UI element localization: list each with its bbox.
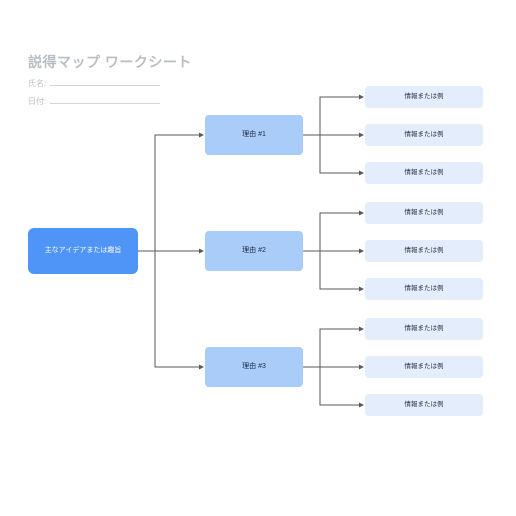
info-node: 情報または例 [365,162,483,184]
name-label: 氏名: [28,78,46,89]
info-node: 情報または例 [365,202,483,224]
reason-node-1: 理由 #1 [205,115,303,155]
date-label: 日付: [28,96,46,107]
info-node: 情報または例 [365,240,483,262]
info-node: 情報または例 [365,278,483,300]
page-title: 説得マップ ワークシート [28,52,192,72]
info-node: 情報または例 [365,86,483,108]
date-line [50,96,160,104]
reason-node-2: 理由 #2 [205,231,303,271]
worksheet-canvas: 説得マップ ワークシート 氏名: 日付: [0,0,516,516]
reason-node-3: 理由 #3 [205,347,303,387]
info-node: 情報または例 [365,394,483,416]
date-field-row: 日付: [28,96,160,107]
main-idea-node: 主なアイデアまたは趣旨 [28,228,138,274]
info-node: 情報または例 [365,318,483,340]
info-node: 情報または例 [365,124,483,146]
name-line [50,78,160,86]
name-field-row: 氏名: [28,78,160,89]
info-node: 情報または例 [365,356,483,378]
